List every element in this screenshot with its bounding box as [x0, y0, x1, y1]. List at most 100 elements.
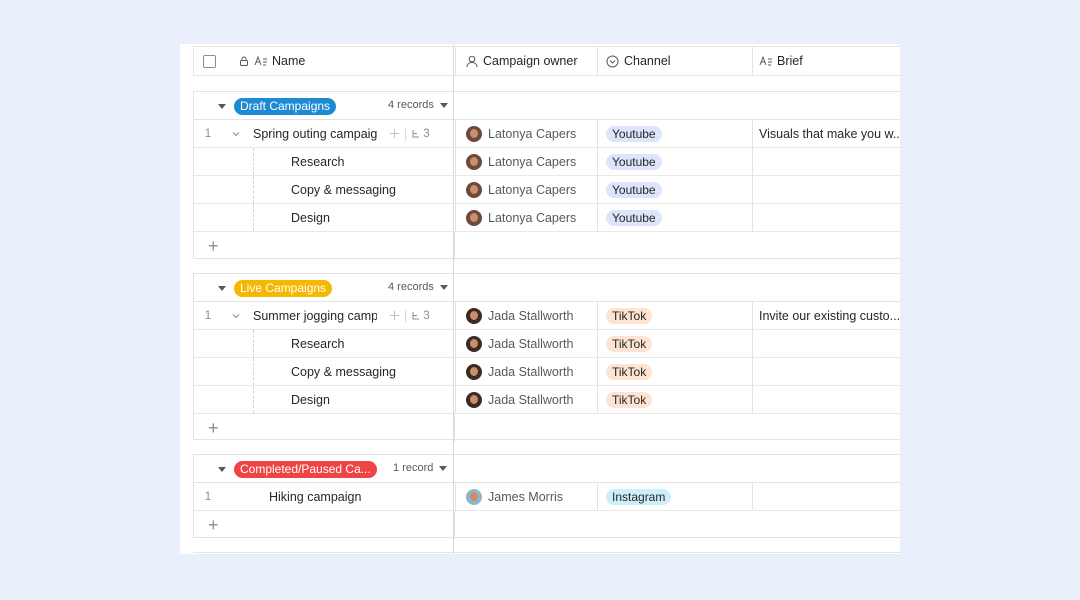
record-name[interactable]: Summer jogging campaign	[253, 309, 377, 323]
add-subrecord-icon[interactable]	[389, 128, 400, 139]
record-name[interactable]: Hiking campaign	[269, 490, 361, 504]
chevron-down-icon	[439, 102, 448, 108]
owner-cell[interactable]: James Morris	[455, 483, 597, 510]
owner-name: Latonya Capers	[488, 210, 577, 225]
record-name[interactable]: Spring outing campaign	[253, 127, 377, 141]
owner-cell[interactable]: Jada Stallworth	[455, 358, 597, 385]
avatar	[466, 488, 482, 505]
group-header[interactable]: Completed/Paused Ca... 1 record	[194, 455, 900, 483]
group-label-pill: Completed/Paused Ca...	[234, 461, 377, 478]
frozen-column-divider[interactable]	[453, 44, 454, 554]
brief-cell[interactable]	[752, 358, 900, 385]
collapse-caret-icon[interactable]	[218, 104, 226, 109]
chevron-down-icon[interactable]	[231, 311, 241, 321]
owner-cell[interactable]: Jada Stallworth	[455, 330, 597, 357]
add-subrecord-icon[interactable]	[389, 310, 400, 321]
name-cell: Research	[194, 330, 455, 357]
channel-cell[interactable]: TikTok	[597, 330, 752, 357]
channel-cell[interactable]: TikTok	[597, 358, 752, 385]
brief-cell[interactable]	[752, 176, 900, 203]
channel-cell[interactable]: TikTok	[597, 302, 752, 329]
channel-header-label: Channel	[624, 54, 671, 68]
table-row[interactable]: Design Jada Stallworth TikTok	[194, 386, 900, 414]
group-label-pill: Live Campaigns	[234, 280, 333, 297]
subrecord-count: 3	[423, 309, 430, 322]
add-record-button[interactable]: +	[194, 232, 455, 260]
brief-cell[interactable]	[752, 386, 900, 413]
lock-icon	[240, 56, 248, 66]
table-row[interactable]: 1 Hiking campaign James Morris Instagram	[194, 483, 900, 511]
channel-cell[interactable]: Youtube	[597, 204, 752, 231]
record-name[interactable]: Copy & messaging	[291, 365, 396, 379]
brief-cell[interactable]: Visuals that make you w...	[752, 120, 900, 147]
table-row[interactable]: Design Latonya Capers Youtube	[194, 204, 900, 232]
name-column-header[interactable]: Name	[194, 47, 455, 75]
channel-cell[interactable]: Youtube	[597, 176, 752, 203]
name-cell: 1 Summer jogging campaign | 3	[194, 302, 455, 329]
table-row[interactable]: Copy & messaging Jada Stallworth TikTok	[194, 358, 900, 386]
channel-cell[interactable]: Youtube	[597, 120, 752, 147]
chevron-down-icon	[439, 465, 448, 471]
channel-tag: Youtube	[606, 125, 662, 142]
owner-cell[interactable]: Latonya Capers	[455, 120, 597, 147]
record-name[interactable]: Copy & messaging	[291, 183, 396, 197]
channel-tag: TikTok	[606, 391, 653, 408]
brief-cell[interactable]	[752, 330, 900, 357]
name-header-label: Name	[272, 54, 306, 68]
owner-name: James Morris	[488, 489, 564, 504]
channel-tag: Instagram	[606, 488, 672, 505]
brief-cell[interactable]	[752, 204, 900, 231]
subrecord-count: 3	[423, 127, 430, 140]
owner-cell[interactable]: Jada Stallworth	[455, 386, 597, 413]
table-row[interactable]: Research Jada Stallworth TikTok	[194, 330, 900, 358]
table-row[interactable]: Copy & messaging Latonya Capers Youtube	[194, 176, 900, 204]
brief-cell[interactable]	[752, 148, 900, 175]
record-count-text: 4 records	[388, 281, 434, 293]
record-name[interactable]: Design	[291, 211, 330, 225]
table-row[interactable]: Research Latonya Capers Youtube	[194, 148, 900, 176]
avatar	[466, 307, 482, 324]
owner-cell[interactable]: Latonya Capers	[455, 176, 597, 203]
record-count[interactable]: 1 record	[393, 462, 448, 474]
owner-column-header[interactable]: Campaign owner	[455, 47, 597, 75]
channel-cell[interactable]: TikTok	[597, 386, 752, 413]
group-header[interactable]: Draft Campaigns 4 records	[194, 92, 900, 120]
owner-name: Jada Stallworth	[488, 308, 574, 323]
owner-cell[interactable]: Latonya Capers	[455, 204, 597, 231]
collapse-caret-icon[interactable]	[218, 286, 226, 291]
owner-cell[interactable]: Latonya Capers	[455, 148, 597, 175]
add-record-button[interactable]: +	[194, 414, 455, 442]
group-header[interactable]: Live Campaigns 4 records	[194, 274, 900, 302]
brief-cell[interactable]	[752, 483, 900, 510]
brief-text: Visuals that make you w...	[759, 126, 900, 141]
record-count-text: 1 record	[393, 462, 434, 474]
select-all-checkbox[interactable]	[203, 54, 216, 68]
record-count[interactable]: 4 records	[388, 99, 448, 111]
channel-cell[interactable]: Youtube	[597, 148, 752, 175]
brief-column-header[interactable]: Brief	[752, 47, 900, 75]
channel-cell[interactable]: Instagram	[597, 483, 752, 510]
subtask-icon	[412, 129, 420, 137]
brief-header-label: Brief	[777, 54, 803, 68]
table-row[interactable]: 1 Spring outing campaign | 3 Latonya Cap…	[194, 120, 900, 148]
collapse-caret-icon[interactable]	[218, 467, 226, 472]
name-cell: Design	[194, 204, 455, 231]
owner-name: Jada Stallworth	[488, 364, 574, 379]
record-name[interactable]: Research	[291, 155, 345, 169]
owner-cell[interactable]: Jada Stallworth	[455, 302, 597, 329]
text-field-icon	[759, 55, 772, 66]
record-name[interactable]: Research	[291, 337, 345, 351]
channel-column-header[interactable]: Channel	[597, 47, 752, 75]
group-live-campaigns: Live Campaigns 4 records 1 Summer joggin…	[193, 273, 900, 442]
next-group-edge	[193, 552, 900, 554]
brief-cell[interactable]: Invite our existing custo...	[752, 302, 900, 329]
owner-header-label: Campaign owner	[483, 54, 578, 68]
owner-name: Jada Stallworth	[488, 392, 574, 407]
record-count-text: 4 records	[388, 99, 434, 111]
add-record-button[interactable]: +	[194, 511, 455, 539]
table-row[interactable]: 1 Summer jogging campaign | 3 Jada Stall…	[194, 302, 900, 330]
record-name[interactable]: Design	[291, 393, 330, 407]
record-count[interactable]: 4 records	[388, 281, 448, 293]
chevron-down-icon[interactable]	[231, 129, 241, 139]
group-draft-campaigns: Draft Campaigns 4 records 1 Spring outin…	[193, 91, 900, 260]
